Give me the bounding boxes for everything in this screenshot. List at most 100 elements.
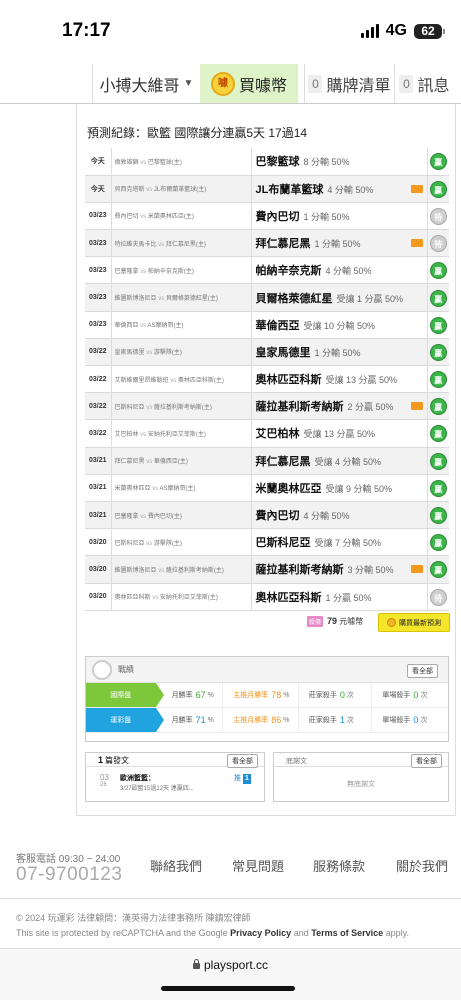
thanks-view-all-button[interactable]: 看全部 [411,754,442,768]
prediction-row: 03/22 艾斯維爾里昂維勒班 vs 奧林匹亞科斯(主) 奧林匹亞科斯 受讓 13 分… [85,365,449,394]
post-item[interactable]: 03 26 歐洲籃籃： 3/27歐籃15過12天 連贏四... 推1 [86,767,264,801]
pick-team: 艾巴柏林 [255,428,300,441]
pick-detail: 受讓 4 分輸 50% [314,456,382,467]
battery-icon: 62 [414,23,445,39]
row-pick: 米蘭奧林匹亞 受讓 9 分輸 50% [251,474,428,502]
buy-latest-prediction-button[interactable]: 購買最新預測 [378,613,450,632]
row-date: 03/23 [85,256,112,285]
pick-team: 拜仁慕尼黑 [255,455,311,468]
terms-of-service-link[interactable]: Terms of Service [311,928,383,938]
prediction-row: 03/23 巴塞隆拿 vs 帕納辛奈克斯(主) 帕納辛奈克斯 4 分輸 50% 贏 [85,256,449,285]
main-pick-tag-icon [410,402,423,411]
bookie-killer: 莊家殺手 1 次 [299,708,373,732]
win-badge-icon: 贏 [429,289,447,307]
win-badge-icon: 贏 [429,479,447,497]
row-date: 03/22 [85,419,112,448]
row-status: 待 [427,583,449,611]
pending-badge-icon: 待 [429,235,447,253]
win-badge-icon: 贏 [429,534,447,552]
home-indicator[interactable] [161,986,295,991]
pick-team: JL布蘭革籃球 [255,183,324,196]
row-status: 贏 [427,555,449,584]
pick-team: 華倫西亞 [255,319,300,332]
footer-link-faq[interactable]: 常見問題 [232,856,284,875]
privacy-policy-link[interactable]: Privacy Policy [230,928,291,938]
purchase-list-tab[interactable]: 0 購牌清單 [304,64,394,103]
prediction-row: 03/23 費內巴切 vs 米蘭奧林匹亞(主) 費內巴切 1 分輸 50% 待 [85,202,449,231]
posts-header: 1 篇發文 看全部 [86,753,264,768]
pick-team: 皇家馬德里 [255,346,311,359]
row-match: 華倫西亞 vs AS摩納哥(主) [111,311,252,339]
pending-badge-icon: 待 [429,588,447,606]
record-view-all-button[interactable]: 看全部 [407,664,438,678]
messages-tab[interactable]: 0 訊息 [394,64,454,103]
single-game-killer: 單場殺手 0 次 [382,715,428,725]
row-date: 03/20 [85,555,112,584]
win-badge-icon: 贏 [429,153,447,171]
row-status: 贏 [427,256,449,285]
footer-contact: 客服電話 09:30 ~ 24:00 07-9700123 聯絡我們 常見問題 … [0,840,461,898]
win-badge-icon: 贏 [429,425,447,443]
row-pick: 薩拉基利斯考納斯 3 分輸 50% [251,555,428,584]
service-phone[interactable]: 07-9700123 [16,864,122,886]
row-date: 今天 [85,148,112,176]
post-date: 03 26 [100,773,109,788]
row-pick: 薩拉基利斯考納斯 2 分贏 50% [251,392,428,421]
caret-down-icon: ▼ [183,78,194,89]
cellular-signal-icon [360,24,379,38]
prediction-row: 03/22 巴斯科尼亞 vs 薩拉基利斯考納斯(主) 薩拉基利斯考納斯 2 分贏 50… [85,392,449,421]
purchase-list-label: 購牌清單 [326,77,391,95]
row-status: 贏 [427,501,449,530]
monthly-win-rate: 月勝率 67% [156,683,224,707]
price-info: 殺價 79 元噱幣 [307,616,363,627]
buy-coin-tab[interactable]: 噱 買噱幣 [200,64,298,103]
row-date: 03/20 [85,528,112,557]
row-pick: 費內巴切 1 分輸 50% [251,202,428,231]
row-match: 皇家馬德里 vs 游擊隊(主) [111,338,252,367]
buy-latest-prediction-label: 購買最新預測 [399,619,441,627]
row-date: 03/21 [85,501,112,530]
footer-link-terms[interactable]: 服務條款 [313,856,365,875]
row-match: 巴斯科尼亞 vs 游擊隊(主) [111,528,252,557]
single-game-killer: 單場殺手 0 次 [382,690,428,700]
row-status: 待 [427,229,449,258]
win-badge-icon: 贏 [429,262,447,280]
prediction-row: 03/22 皇家馬德里 vs 游擊隊(主) 皇家馬德里 1 分輸 50% 贏 [85,338,449,367]
win-badge-icon: 贏 [429,180,447,198]
url-display[interactable]: playsport.cc [0,958,461,972]
record-category: 運彩盤 [86,708,164,732]
row-match: 奧林匹亞科斯 vs 安納托利亞艾菲斯(主) [111,583,252,611]
row-status: 贏 [427,311,449,339]
prediction-row: 03/21 拜仁慕尼黑 vs 華倫西亞(主) 拜仁慕尼黑 受讓 4 分輸 50% 贏 [85,447,449,475]
row-date: 03/21 [85,474,112,502]
main-pick-tag-icon [410,239,423,248]
status-indicators: 4G 62 [360,22,445,40]
row-date: 03/23 [85,283,112,312]
network-type: 4G [385,22,407,39]
row-match: 巴斯科尼亞 vs 薩拉基利斯考納斯(主) [111,392,252,421]
pick-team: 奧林匹亞科斯 [255,374,322,387]
footer-link-contact[interactable]: 聯絡我們 [150,856,202,875]
row-match: 費內巴切 vs 米蘭奧林匹亞(主) [111,202,252,231]
row-pick: 拜仁慕尼黑 1 分輸 50% [251,229,428,258]
win-badge-icon: 贏 [429,507,447,525]
footer-link-about[interactable]: 關於我們 [396,856,448,875]
buy-coin-label: 買噱幣 [238,77,287,95]
row-date: 03/22 [85,392,112,421]
thanks-header: 底謝文 看全部 [274,753,448,768]
browser-address-bar[interactable]: playsport.cc [0,948,461,1000]
pending-badge-icon: 待 [429,207,447,225]
row-pick: 拜仁慕尼黑 受讓 4 分輸 50% [251,447,428,475]
prediction-title: 預測紀錄：歐籃 國際讓分連贏5天 17過14 [87,126,308,140]
post-title: 歐洲籃籃： [120,775,155,782]
win-badge-icon: 贏 [429,316,447,334]
row-date: 03/23 [85,229,112,258]
battery-level: 62 [414,23,442,39]
posts-view-all-button[interactable]: 看全部 [227,754,258,768]
pick-team: 薩拉基利斯考納斯 [255,564,344,577]
pick-team: 拜仁慕尼黑 [255,238,311,251]
thanks-empty-text: 無底謝文 [347,781,375,788]
row-date: 03/22 [85,365,112,394]
prediction-panel: 預測紀錄：歐籃 國際讓分連贏5天 17過14 今天 倫敦雄獅 vs 巴黎籃球(主)… [76,104,456,816]
user-menu[interactable]: 小搏大維哥 ▼ [92,64,200,103]
